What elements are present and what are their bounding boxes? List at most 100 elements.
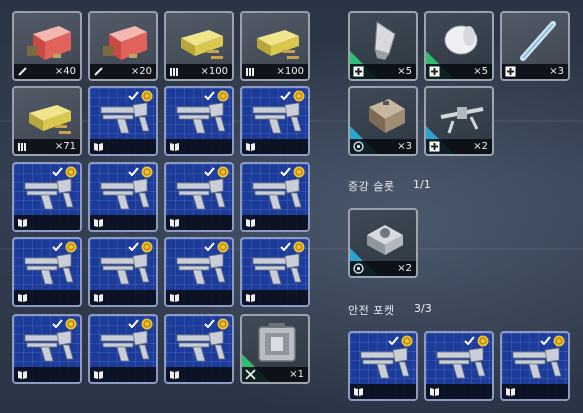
- consumable-slot[interactable]: ×3: [348, 86, 418, 156]
- safe-pocket-slot[interactable]: [500, 331, 570, 401]
- inventory-slot[interactable]: [12, 314, 82, 384]
- plus-icon: [353, 66, 364, 77]
- blueprint-book-icon: [246, 143, 255, 151]
- gold-coin-icon: [401, 335, 413, 347]
- inventory-slot[interactable]: [164, 162, 234, 232]
- owned-check-icon: [464, 336, 475, 345]
- item-count: ×2: [397, 263, 412, 274]
- inventory-slot[interactable]: [164, 237, 234, 307]
- plus-icon: [429, 141, 440, 152]
- owned-check-icon: [204, 91, 215, 100]
- blueprint-book-icon: [354, 388, 363, 396]
- gold-coin-icon: [65, 166, 77, 178]
- inventory-slot[interactable]: ×100: [240, 11, 310, 81]
- consumable-slot[interactable]: ×3: [500, 11, 570, 81]
- drone-icon: [440, 107, 484, 134]
- inventory-slot[interactable]: [240, 86, 310, 156]
- blueprint-book-icon: [94, 294, 103, 302]
- medical-tool-icon: [94, 67, 103, 76]
- owned-check-icon: [128, 91, 139, 100]
- blueprint-book-icon: [246, 219, 255, 227]
- gold-coin-icon: [293, 241, 305, 253]
- target-icon: [353, 141, 364, 152]
- safe-pocket-slot[interactable]: [348, 331, 418, 401]
- inventory-slot[interactable]: [12, 162, 82, 232]
- owned-check-icon: [128, 242, 139, 251]
- gold-coin-icon: [293, 90, 305, 102]
- owned-check-icon: [204, 242, 215, 251]
- gold-coin-icon: [217, 166, 229, 178]
- augment-slot[interactable]: ×2: [348, 208, 418, 278]
- inventory-slot[interactable]: [88, 237, 158, 307]
- item-count: ×3: [397, 141, 412, 152]
- safe-pocket-count: 3/3: [414, 302, 432, 315]
- blueprint-book-icon: [246, 294, 255, 302]
- ammo-type-icon: [18, 143, 26, 151]
- owned-check-icon: [204, 319, 215, 328]
- inventory-slot[interactable]: [88, 86, 158, 156]
- inventory-slot[interactable]: ×71: [12, 86, 82, 156]
- inventory-slot[interactable]: ×20: [88, 11, 158, 81]
- consumable-slot[interactable]: ×2: [424, 86, 494, 156]
- inventory-slot[interactable]: ×100: [164, 11, 234, 81]
- safe-pocket-slot[interactable]: [424, 331, 494, 401]
- item-count: ×71: [54, 141, 76, 152]
- ammo-box-icon: [29, 105, 71, 134]
- red-supply-crate-icon: [103, 26, 147, 60]
- blueprint-book-icon: [94, 371, 103, 379]
- owned-check-icon: [280, 167, 291, 176]
- bandage-roll-icon: [444, 25, 478, 55]
- owned-check-icon: [52, 319, 63, 328]
- owned-check-icon: [204, 167, 215, 176]
- owned-check-icon: [280, 242, 291, 251]
- inventory-slot[interactable]: [12, 237, 82, 307]
- owned-check-icon: [280, 91, 291, 100]
- inventory-slot[interactable]: [240, 237, 310, 307]
- owned-check-icon: [52, 167, 63, 176]
- gold-coin-icon: [477, 335, 489, 347]
- gold-coin-icon: [141, 241, 153, 253]
- owned-check-icon: [128, 319, 139, 328]
- inventory-slot[interactable]: [240, 162, 310, 232]
- inventory-slot[interactable]: [164, 86, 234, 156]
- medical-tool-icon: [18, 67, 27, 76]
- red-supply-crate-icon: [27, 26, 71, 60]
- item-count: ×5: [397, 66, 412, 77]
- gold-coin-icon: [293, 166, 305, 178]
- consumable-slot[interactable]: ×5: [424, 11, 494, 81]
- grenade-icon: [374, 21, 396, 60]
- item-count: ×20: [130, 66, 152, 77]
- plus-icon: [505, 66, 516, 77]
- inventory-slot[interactable]: [88, 314, 158, 384]
- ammo-type-icon: [170, 68, 178, 76]
- gold-coin-icon: [141, 166, 153, 178]
- inventory-slot[interactable]: ×1: [240, 314, 310, 384]
- gold-coin-icon: [217, 241, 229, 253]
- inventory-slot[interactable]: ×40: [12, 11, 82, 81]
- gold-coin-icon: [141, 90, 153, 102]
- augment-slot-count: 1/1: [413, 178, 431, 191]
- owned-check-icon: [540, 336, 551, 345]
- metal-supply-case-icon: [258, 323, 296, 362]
- owned-check-icon: [52, 242, 63, 251]
- blueprint-book-icon: [18, 371, 27, 379]
- crafting-tools-icon: [245, 369, 256, 380]
- gold-coin-icon: [141, 318, 153, 330]
- gold-coin-icon: [217, 90, 229, 102]
- safe-pocket-label: 안전 포켓: [348, 304, 395, 317]
- blueprint-book-icon: [18, 294, 27, 302]
- owned-check-icon: [388, 336, 399, 345]
- gold-coin-icon: [65, 318, 77, 330]
- consumable-slot[interactable]: ×5: [348, 11, 418, 81]
- inventory-slot[interactable]: [164, 314, 234, 384]
- mine-device-icon: [369, 99, 405, 133]
- gold-coin-icon: [217, 318, 229, 330]
- inventory-slot[interactable]: [88, 162, 158, 232]
- plus-icon: [429, 66, 440, 77]
- augment-device-icon: [367, 225, 403, 255]
- owned-check-icon: [128, 167, 139, 176]
- item-count: ×3: [549, 66, 564, 77]
- blueprint-book-icon: [94, 219, 103, 227]
- gold-coin-icon: [553, 335, 565, 347]
- ammo-box-icon: [181, 30, 223, 59]
